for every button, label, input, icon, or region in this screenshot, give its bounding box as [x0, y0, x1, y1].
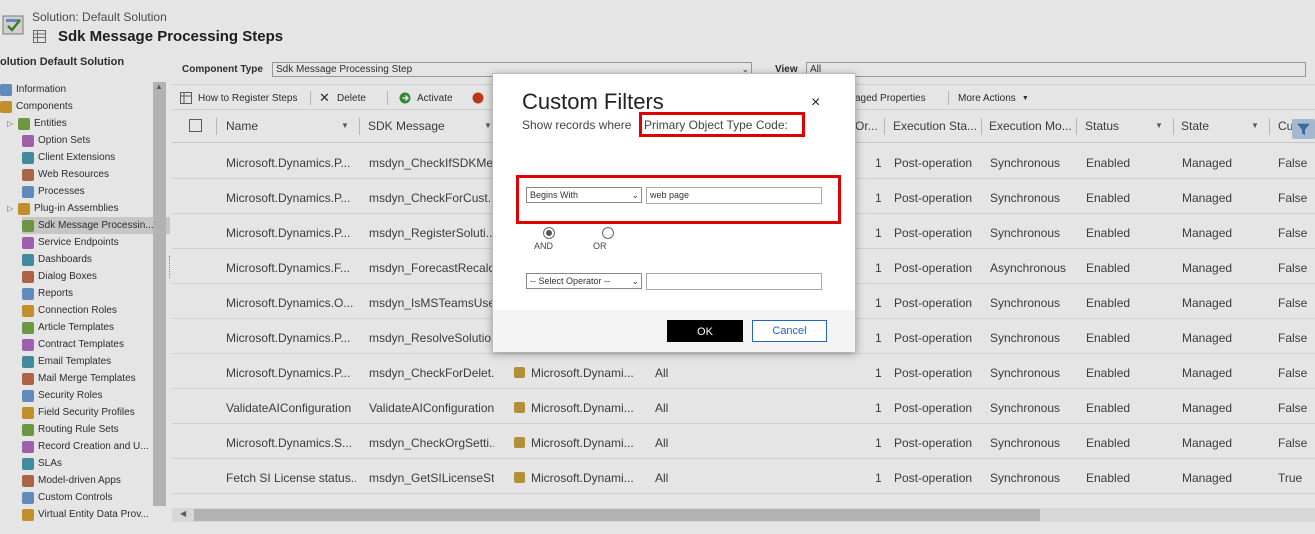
dialog-subtitle: Show records where	[522, 118, 632, 132]
operator-select-2-value: -- Select Operator --	[530, 276, 611, 286]
chevron-down-icon: ⌄	[631, 190, 639, 200]
custom-filters-dialog: Custom Filters × Show records where Prim…	[492, 73, 856, 352]
and-radio[interactable]	[543, 227, 555, 239]
cancel-button[interactable]: Cancel	[752, 320, 827, 342]
operator-select-2[interactable]: -- Select Operator -- ⌄	[526, 273, 642, 289]
and-label: AND	[534, 241, 554, 251]
or-radio[interactable]	[602, 227, 614, 239]
chevron-down-icon: ⌄	[631, 276, 639, 286]
operator-select-1-value: Begins With	[530, 190, 579, 200]
operator-select-1[interactable]: Begins With ⌄	[526, 187, 642, 203]
close-icon[interactable]: ×	[811, 94, 820, 112]
highlight-box-field	[639, 112, 805, 137]
ok-button[interactable]: OK	[667, 320, 743, 342]
value-input-2[interactable]	[646, 273, 822, 290]
value-input-1-text: web page	[650, 190, 690, 200]
value-input-1[interactable]: web page	[646, 187, 822, 204]
or-label: OR	[593, 241, 607, 251]
